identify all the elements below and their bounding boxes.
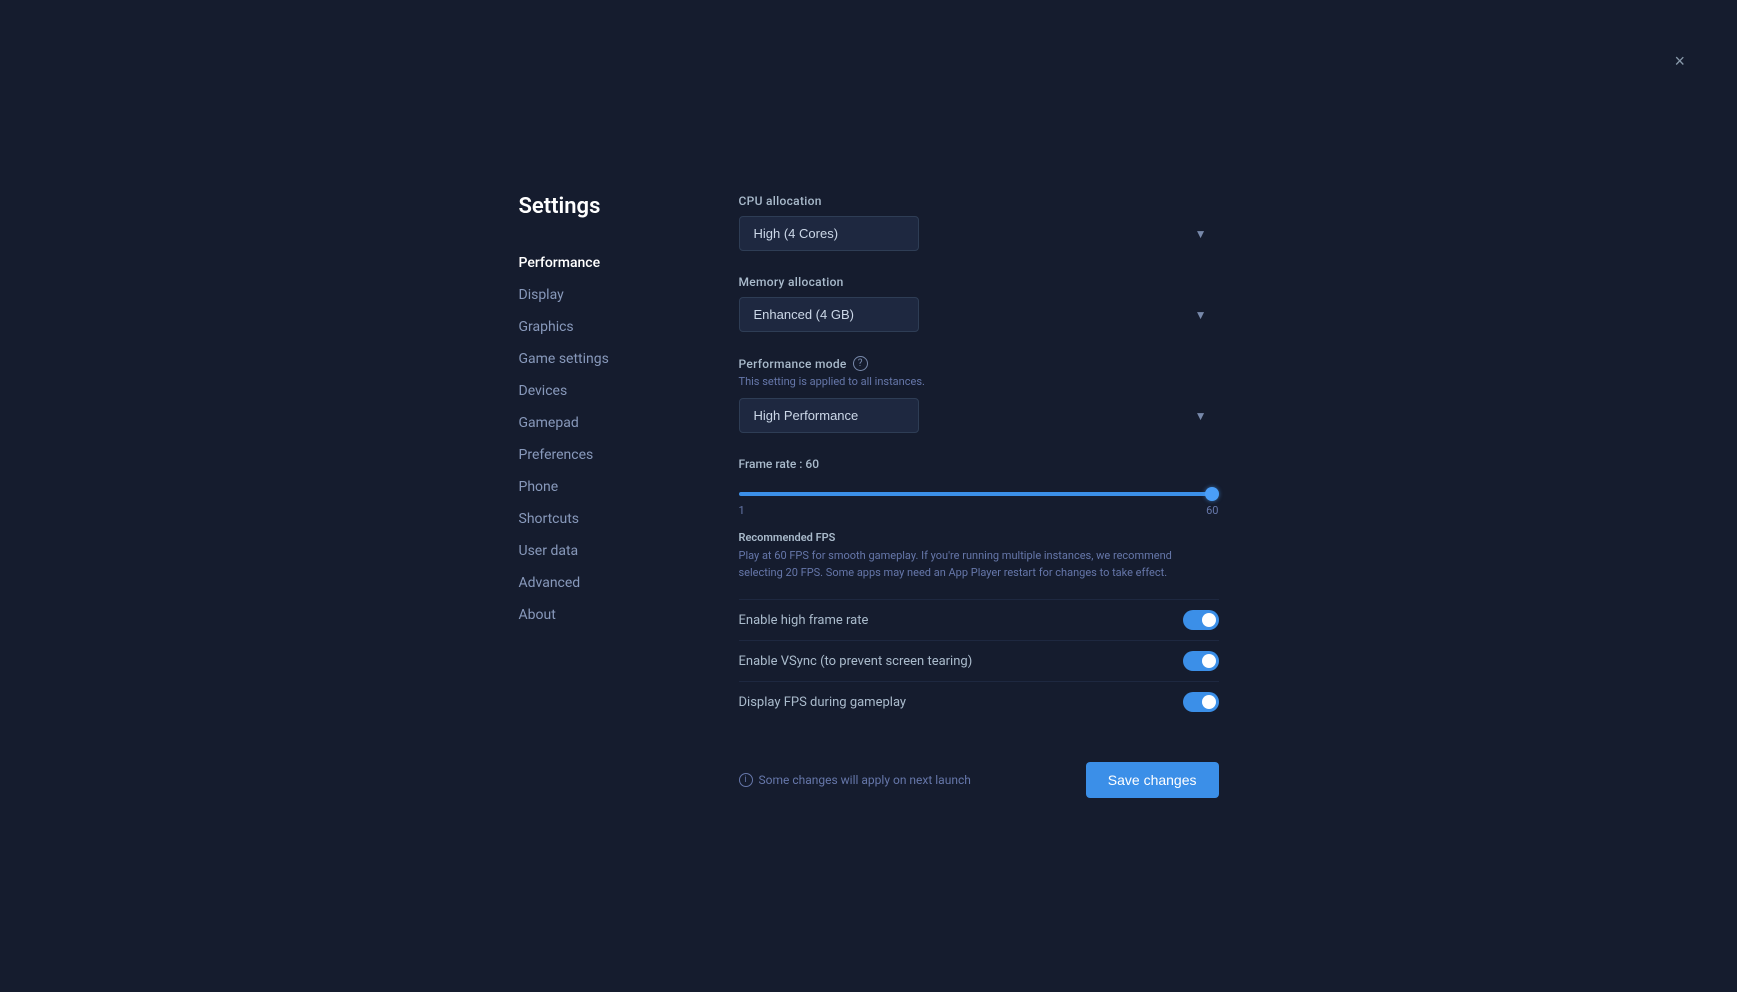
sidebar-item-devices[interactable]: Devices bbox=[519, 375, 679, 407]
toggle-fps-display[interactable] bbox=[1183, 692, 1219, 712]
toggle-label-high-frame-rate: Enable high frame rate bbox=[739, 613, 869, 628]
toggle-vsync[interactable] bbox=[1183, 651, 1219, 671]
cpu-allocation-wrapper: High (4 Cores) Medium (2 Cores) Low (1 C… bbox=[739, 216, 1219, 251]
slider-max: 60 bbox=[1206, 504, 1218, 517]
performance-mode-select[interactable]: High Performance Balanced Power Saving bbox=[739, 398, 919, 433]
sidebar-item-preferences[interactable]: Preferences bbox=[519, 439, 679, 471]
performance-dropdown-arrow-icon: ▼ bbox=[1195, 409, 1207, 423]
close-button[interactable]: × bbox=[1674, 52, 1685, 70]
memory-dropdown-arrow-icon: ▼ bbox=[1195, 308, 1207, 322]
sidebar-item-graphics[interactable]: Graphics bbox=[519, 311, 679, 343]
frame-rate-slider[interactable] bbox=[739, 492, 1219, 496]
performance-mode-help-icon[interactable]: ? bbox=[853, 356, 868, 371]
memory-allocation-select[interactable]: Enhanced (4 GB) Standard (2 GB) Low (1 G… bbox=[739, 297, 919, 332]
sidebar-item-advanced[interactable]: Advanced bbox=[519, 567, 679, 599]
settings-container: Settings PerformanceDisplayGraphicsGame … bbox=[519, 194, 1219, 798]
settings-title: Settings bbox=[519, 194, 679, 219]
footer-note: i Some changes will apply on next launch bbox=[739, 773, 971, 787]
frame-rate-label: Frame rate : 60 bbox=[739, 457, 1219, 471]
footer-note-text: Some changes will apply on next launch bbox=[759, 773, 971, 787]
recommended-fps-text: Play at 60 FPS for smooth gameplay. If y… bbox=[739, 548, 1219, 581]
slider-container bbox=[739, 481, 1219, 500]
sidebar-item-performance[interactable]: Performance bbox=[519, 247, 679, 279]
save-changes-button[interactable]: Save changes bbox=[1086, 762, 1219, 798]
performance-mode-label: Performance mode bbox=[739, 357, 847, 371]
footer: i Some changes will apply on next launch… bbox=[739, 746, 1219, 798]
slider-min: 1 bbox=[739, 504, 745, 517]
performance-mode-sublabel: This setting is applied to all instances… bbox=[739, 375, 1219, 388]
toggle-row-vsync: Enable VSync (to prevent screen tearing) bbox=[739, 640, 1219, 681]
toggle-high-frame-rate[interactable] bbox=[1183, 610, 1219, 630]
toggle-row-high-frame-rate: Enable high frame rate bbox=[739, 599, 1219, 640]
sidebar-item-user-data[interactable]: User data bbox=[519, 535, 679, 567]
sidebar-item-about[interactable]: About bbox=[519, 599, 679, 631]
sidebar-item-gamepad[interactable]: Gamepad bbox=[519, 407, 679, 439]
footer-info-icon: i bbox=[739, 773, 753, 787]
memory-allocation-wrapper: Enhanced (4 GB) Standard (2 GB) Low (1 G… bbox=[739, 297, 1219, 332]
performance-mode-wrapper: High Performance Balanced Power Saving ▼ bbox=[739, 398, 1219, 433]
sidebar-item-shortcuts[interactable]: Shortcuts bbox=[519, 503, 679, 535]
recommended-fps-title: Recommended FPS bbox=[739, 531, 1219, 544]
sidebar-item-phone[interactable]: Phone bbox=[519, 471, 679, 503]
memory-allocation-label: Memory allocation bbox=[739, 275, 1219, 289]
cpu-allocation-label: CPU allocation bbox=[739, 194, 1219, 208]
main-content: CPU allocation High (4 Cores) Medium (2 … bbox=[739, 194, 1219, 798]
sidebar-nav: PerformanceDisplayGraphicsGame settingsD… bbox=[519, 247, 679, 631]
toggle-label-fps-display: Display FPS during gameplay bbox=[739, 695, 907, 710]
toggle-label-vsync: Enable VSync (to prevent screen tearing) bbox=[739, 654, 973, 669]
toggles-container: Enable high frame rate Enable VSync (to p… bbox=[739, 599, 1219, 722]
slider-range: 1 60 bbox=[739, 504, 1219, 517]
cpu-dropdown-arrow-icon: ▼ bbox=[1195, 227, 1207, 241]
performance-mode-label-row: Performance mode ? bbox=[739, 356, 1219, 371]
sidebar: Settings PerformanceDisplayGraphicsGame … bbox=[519, 194, 679, 798]
sidebar-item-game-settings[interactable]: Game settings bbox=[519, 343, 679, 375]
toggle-row-fps-display: Display FPS during gameplay bbox=[739, 681, 1219, 722]
sidebar-item-display[interactable]: Display bbox=[519, 279, 679, 311]
cpu-allocation-select[interactable]: High (4 Cores) Medium (2 Cores) Low (1 C… bbox=[739, 216, 919, 251]
